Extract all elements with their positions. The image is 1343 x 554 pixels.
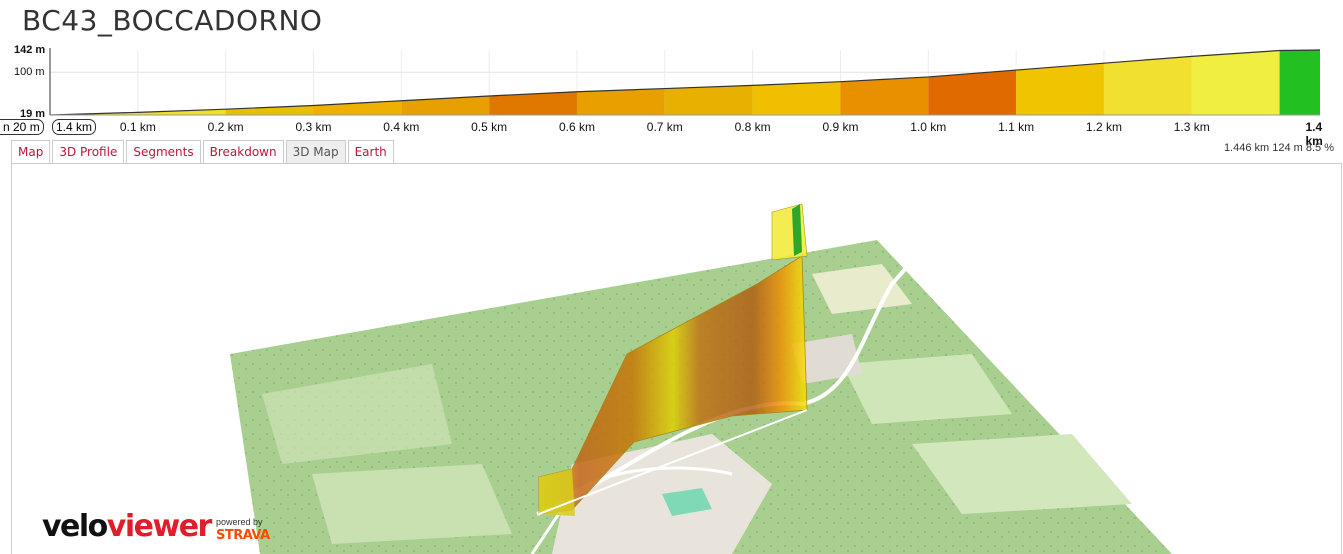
tab-earth[interactable]: Earth (347, 140, 394, 163)
x-tick-label: 0.7 km (646, 120, 683, 134)
x-tick-label: 0.4 km (383, 120, 420, 134)
x-tick-label: 0.3 km (295, 120, 332, 134)
hover-distance-label: 1.4 km (52, 119, 97, 135)
powered-by-label: powered by (216, 517, 263, 527)
y-label-mid: 100 m (14, 66, 45, 78)
x-tick-label: 0.1 km (119, 120, 156, 134)
profile-segment (928, 70, 1017, 115)
x-tick-label: 0.6 km (558, 120, 595, 134)
tab-3d-map[interactable]: 3D Map (285, 140, 346, 163)
tab-3d-profile[interactable]: 3D Profile (52, 140, 125, 163)
x-tick-label: 0.2 km (207, 120, 244, 134)
map-3d-panel[interactable]: veloviewer powered by STRAVA (11, 163, 1342, 554)
x-tick-label: 0.8 km (734, 120, 771, 134)
profile-segment (1103, 56, 1192, 115)
x-tick-label: 1.2 km (1085, 120, 1122, 134)
x-tick-label: 1.1 km (998, 120, 1035, 134)
profile-segment (1016, 63, 1104, 115)
profile-segment (752, 81, 841, 115)
elevation-chart[interactable] (0, 0, 1343, 140)
profile-segment (664, 85, 753, 115)
x-tick-label: 0.5 km (471, 120, 508, 134)
profile-segment (1191, 50, 1280, 115)
profile-segment (576, 88, 665, 115)
view-tabs: Map 3D Profile Segments Breakdown 3D Map… (11, 140, 396, 163)
x-tick-label: 1.3 km (1173, 120, 1210, 134)
hover-elevation-label: n 20 m (0, 119, 44, 135)
x-tick-label: 0.9 km (822, 120, 859, 134)
veloviewer-logo: veloviewer (42, 509, 212, 544)
tab-map[interactable]: Map (11, 140, 51, 163)
y-label-top: 142 m (14, 44, 46, 56)
profile-segment (840, 76, 929, 115)
route-stats: 1.446 km 124 m 8.5 % (1223, 142, 1334, 154)
profile-segment (1279, 50, 1320, 115)
tab-breakdown[interactable]: Breakdown (202, 140, 284, 163)
terrain-3d-view[interactable] (12, 164, 1341, 554)
tab-segments[interactable]: Segments (126, 140, 201, 163)
strava-logo: STRAVA (216, 528, 270, 543)
x-tick-label: 1.0 km (910, 120, 947, 134)
